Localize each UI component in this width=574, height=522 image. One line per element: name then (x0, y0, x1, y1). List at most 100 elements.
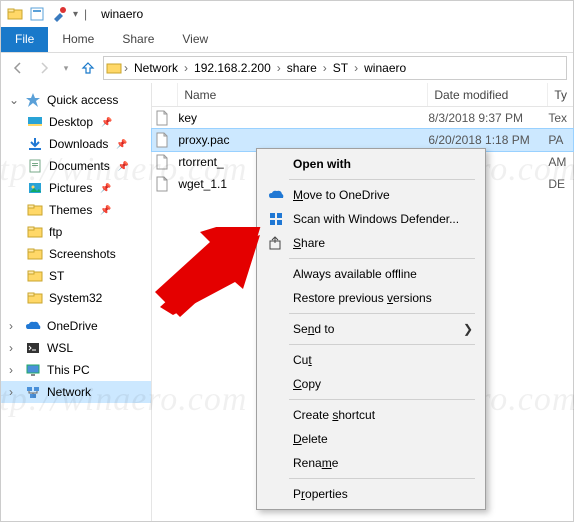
ctx-always-offline[interactable]: Always available offline (259, 262, 483, 286)
nav-up-button[interactable] (77, 57, 99, 79)
file-type: PA (542, 133, 573, 147)
context-menu: Open with Move to OneDrive Scan with Win… (256, 148, 486, 510)
sidebar-item-label: Documents (49, 159, 110, 173)
chevron-right-icon[interactable]: › (122, 61, 130, 75)
onedrive-icon (267, 186, 285, 204)
title-bar: ▾ | winaero (1, 1, 573, 27)
chevron-right-icon[interactable]: › (321, 61, 329, 75)
ctx-scan-defender[interactable]: Scan with Windows Defender... (259, 207, 483, 231)
file-date: 6/20/2018 1:18 PM (422, 133, 542, 147)
sidebar-item-label: Screenshots (49, 247, 116, 261)
sidebar-item-label: Pictures (49, 181, 92, 195)
sidebar-item-label: OneDrive (47, 319, 98, 333)
nav-forward-button[interactable] (33, 57, 55, 79)
sidebar-item-label: ST (49, 269, 64, 283)
nav-back-button[interactable] (7, 57, 29, 79)
file-type: DE (542, 177, 573, 191)
file-type: Tex (542, 111, 573, 125)
folder-icon (7, 6, 23, 22)
pin-icon: 📌 (100, 183, 111, 194)
ctx-open-with[interactable]: Open with (259, 152, 483, 176)
ctx-cut[interactable]: Cut (259, 348, 483, 372)
chevron-down-icon: ⌄ (9, 93, 19, 107)
tab-home[interactable]: Home (48, 27, 108, 52)
quick-access-icon (25, 92, 41, 108)
sidebar-item-wsl[interactable]: ›WSL (1, 337, 151, 359)
navigation-row: ▾ › Network › 192.168.2.200 › share › ST… (1, 53, 573, 83)
sidebar-item-screenshots[interactable]: Screenshots (1, 243, 151, 265)
sidebar-quick-access[interactable]: ⌄ Quick access (1, 89, 151, 111)
network-folder-icon (106, 60, 122, 76)
tab-file[interactable]: File (1, 27, 48, 52)
menu-separator (289, 258, 475, 259)
chevron-right-icon: › (9, 363, 19, 377)
sidebar-item-ftp[interactable]: ftp (1, 221, 151, 243)
window-title: winaero (101, 7, 143, 21)
sidebar-item-this-pc[interactable]: › This PC (1, 359, 151, 381)
folder-icon (27, 246, 43, 262)
chevron-right-icon[interactable]: › (182, 61, 190, 75)
sidebar-item-network[interactable]: ›Network (1, 381, 151, 403)
this-pc-icon (25, 362, 41, 378)
submenu-arrow-icon: ❯ (463, 322, 473, 336)
sidebar-item-system32[interactable]: System32 (1, 287, 151, 309)
column-headers: Name Date modified Ty (152, 83, 573, 107)
sidebar-item-downloads[interactable]: Downloads📌 (1, 133, 151, 155)
sidebar-item-st[interactable]: ST (1, 265, 151, 287)
nav-recent-dropdown[interactable]: ▾ (59, 57, 73, 79)
file-name: wget_1.1 (172, 177, 232, 191)
sidebar-item-documents[interactable]: Documents 📌 (1, 155, 151, 177)
folder-icon (27, 224, 43, 240)
qat-dropdown-icon[interactable]: ▾ (73, 9, 78, 20)
title-separator: | (84, 7, 87, 21)
sidebar-item-label: This PC (47, 363, 90, 377)
wsl-icon (25, 340, 41, 356)
tab-view[interactable]: View (168, 27, 222, 52)
properties-icon[interactable] (29, 6, 45, 22)
sidebar-item-label: Network (47, 385, 91, 399)
pin-icon: 📌 (118, 161, 129, 172)
folder-icon (27, 136, 43, 152)
navigation-pane: ⌄ Quick access Desktop📌Downloads📌Documen… (1, 83, 152, 521)
sidebar-item-label: Downloads (49, 137, 108, 151)
breadcrumb-host[interactable]: 192.168.2.200 (190, 61, 275, 75)
breadcrumb-winaero[interactable]: winaero (360, 61, 410, 75)
breadcrumb-network[interactable]: Network (130, 61, 182, 75)
file-name: key (172, 111, 232, 125)
menu-separator (289, 313, 475, 314)
address-bar[interactable]: › Network › 192.168.2.200 › share › ST ›… (103, 56, 567, 80)
ctx-restore-versions[interactable]: Restore previous versions (259, 286, 483, 310)
sidebar-item-themes[interactable]: Themes📌 (1, 199, 151, 221)
chevron-right-icon[interactable]: › (275, 61, 283, 75)
folder-icon (27, 268, 43, 284)
ctx-delete[interactable]: Delete (259, 427, 483, 451)
ctx-move-onedrive[interactable]: Move to OneDrive (259, 183, 483, 207)
sidebar-item-pictures[interactable]: Pictures 📌 (1, 177, 151, 199)
folder-icon (27, 114, 43, 130)
chevron-right-icon: › (9, 341, 19, 355)
pin-icon: 📌 (100, 205, 111, 216)
ctx-create-shortcut[interactable]: Create shortcut (259, 403, 483, 427)
column-date[interactable]: Date modified (428, 83, 548, 106)
file-row[interactable]: key 8/3/2018 9:37 PMTex (152, 107, 573, 129)
ctx-properties[interactable]: Properties (259, 482, 483, 506)
ctx-send-to[interactable]: Send to❯ (259, 317, 483, 341)
sidebar-item-desktop[interactable]: Desktop📌 (1, 111, 151, 133)
ctx-copy[interactable]: Copy (259, 372, 483, 396)
ctx-rename[interactable]: Rename (259, 451, 483, 475)
column-type[interactable]: Ty (548, 83, 573, 106)
chevron-right-icon[interactable]: › (352, 61, 360, 75)
tab-share[interactable]: Share (108, 27, 168, 52)
breadcrumb-share[interactable]: share (283, 61, 321, 75)
sidebar-item-onedrive[interactable]: › OneDrive (1, 315, 151, 337)
file-icon (152, 132, 172, 148)
chevron-right-icon: › (9, 319, 19, 333)
breadcrumb-st[interactable]: ST (329, 61, 352, 75)
file-date: 8/3/2018 9:37 PM (422, 111, 542, 125)
column-name[interactable]: Name (178, 83, 428, 106)
folder-icon (27, 202, 43, 218)
tool-icon[interactable] (51, 6, 67, 22)
menu-separator (289, 478, 475, 479)
ctx-share[interactable]: Share (259, 231, 483, 255)
defender-icon (267, 210, 285, 228)
